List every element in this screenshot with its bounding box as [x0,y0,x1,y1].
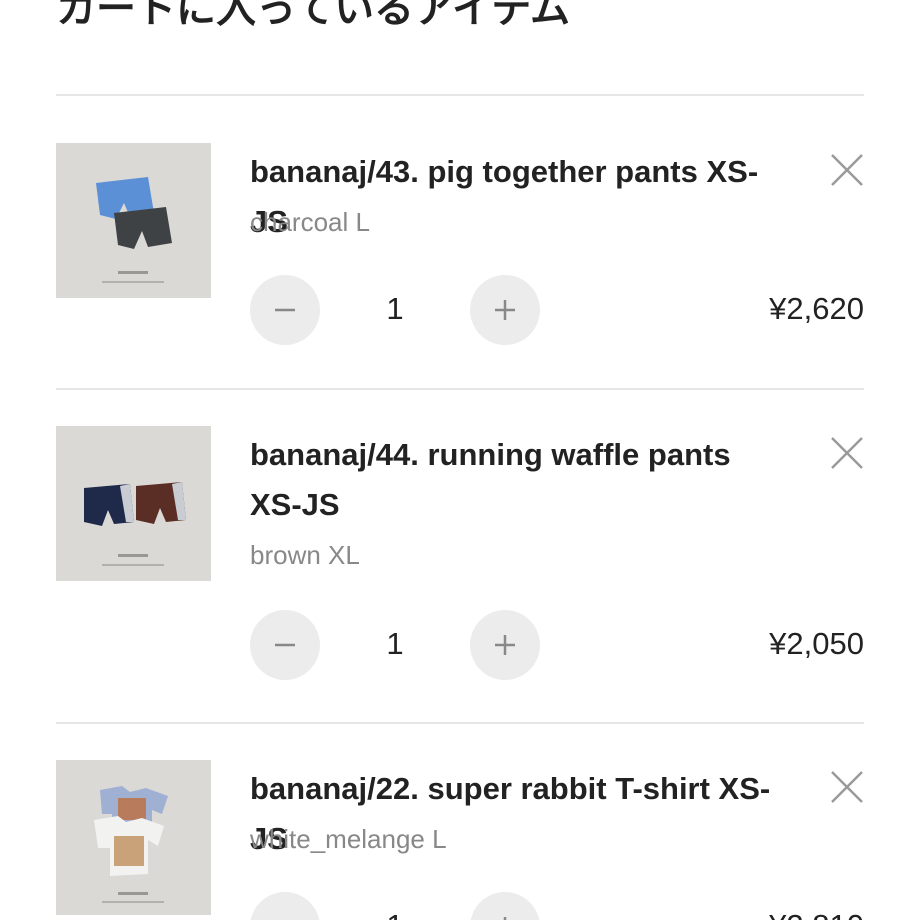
quantity-value: 1 [340,908,450,920]
product-name[interactable]: bananaj/44. running waffle pants XS-JS [250,430,790,530]
product-variant: brown XL [250,540,360,570]
plus-icon [503,917,507,920]
decrease-quantity-button[interactable] [250,892,320,920]
item-price: ¥2,050 [769,626,864,661]
minus-icon [273,915,297,920]
increase-quantity-button[interactable] [470,892,540,920]
remove-item-button[interactable] [830,153,864,187]
item-price: ¥2,620 [769,291,864,326]
product-image[interactable] [56,426,211,581]
product-variant: charcoal L [250,207,370,237]
cart-item: bananaj/22. super rabbit T-shirt XS-JS w… [0,760,920,920]
minus-icon [275,643,295,647]
plus-icon [495,635,515,655]
cart-item: bananaj/44. running waffle pants XS-JS b… [0,426,920,686]
divider [56,94,864,96]
remove-item-button[interactable] [830,436,864,470]
product-image[interactable] [56,143,211,298]
increase-quantity-button[interactable] [470,610,540,680]
page-title: カートに入っているアイテム [56,0,570,31]
divider [56,722,864,724]
product-variant: white_melange L [250,824,447,854]
remove-item-button[interactable] [830,770,864,804]
divider [56,388,864,390]
quantity-value: 1 [386,626,404,661]
plus-icon [495,300,515,320]
minus-icon [275,308,295,312]
decrease-quantity-button[interactable] [250,610,320,680]
close-icon [831,437,863,469]
increase-quantity-button[interactable] [470,275,540,345]
product-image[interactable] [56,760,211,915]
item-price: ¥2,810 [769,908,864,920]
cart-item: bananaj/43. pig together pants XS-JS cha… [0,143,920,353]
quantity-value: 1 [386,291,404,326]
close-icon [831,771,863,803]
close-icon [831,154,863,186]
decrease-quantity-button[interactable] [250,275,320,345]
